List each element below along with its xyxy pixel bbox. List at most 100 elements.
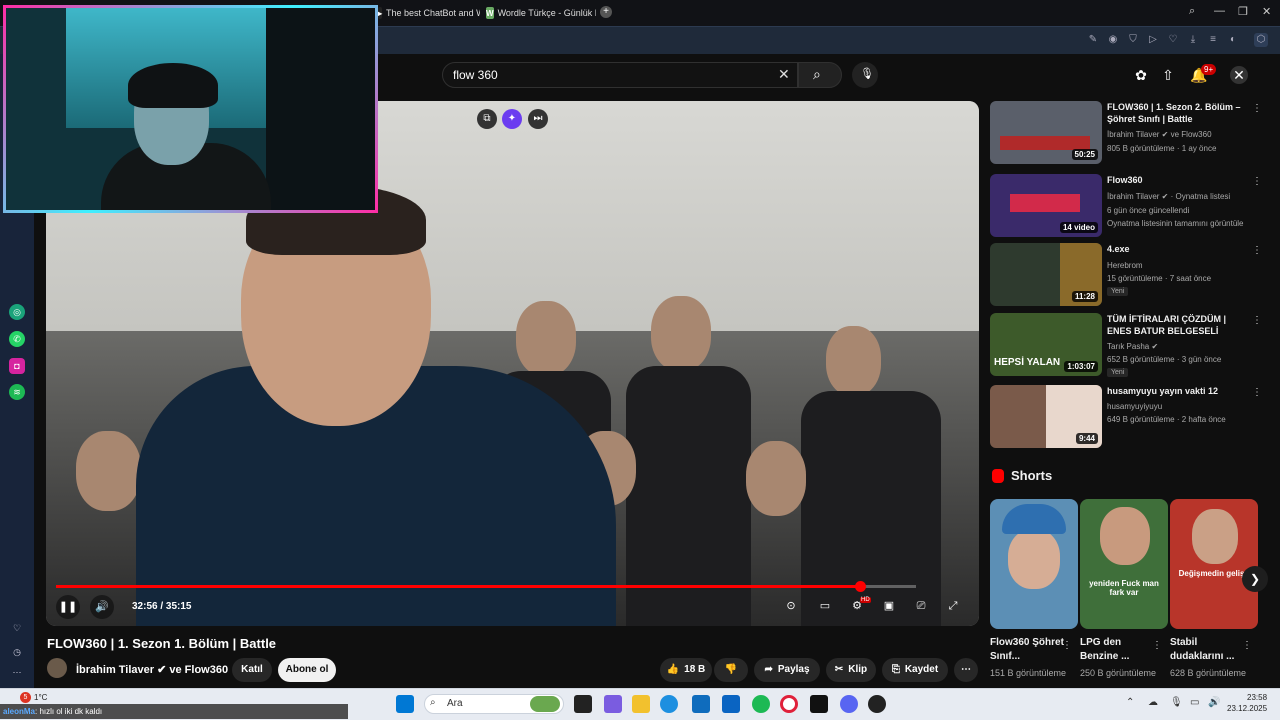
pause-button[interactable]: ❚❚ [56,595,80,619]
search-button[interactable]: ⌕ [798,62,842,88]
recommendation-title[interactable]: FLOW360 | 1. Sezon 2. Bölüm – Şöhret Sın… [1107,101,1252,125]
volume-tray-icon[interactable]: 🔊 [1208,697,1220,708]
download-icon[interactable]: ⤓ [1186,33,1200,47]
short-title[interactable]: Flow360 Şöhret Sınıf... [990,636,1066,664]
windows-start-icon[interactable] [396,695,414,713]
recommendation-item[interactable]: HEPSİ YALAN 1:03:07 TÜM İFTİRALARI ÇÖZDÜ… [990,313,1262,377]
account-avatar[interactable]: ✕ [1230,66,1248,84]
recommendation-channel[interactable]: husamyuyiyuyu [1107,402,1162,411]
recommendation-channel[interactable]: İbrahim Tilaver ✔ · Oynatma listesi [1107,192,1230,201]
favorites-icon[interactable]: ♡ [9,620,25,636]
recommendation-channel[interactable]: Herebrom [1107,261,1143,270]
voice-search-button[interactable]: 🎙 [852,62,878,88]
profile-icon[interactable]: ◐ [1226,33,1240,47]
tray-app-icon[interactable]: ☁ [1148,697,1158,708]
extension-cube-icon[interactable]: ⬡ [1254,33,1268,47]
playlist-icon[interactable]: ⧉ [477,109,497,129]
short-title[interactable]: Stabil dudaklarını ... [1170,636,1246,664]
short-thumbnail[interactable]: yeniden Fuck man fark var [1080,499,1168,629]
recommendation-channel[interactable]: İbrahim Tilaver ✔ ve Flow360 [1107,130,1212,139]
short-thumbnail[interactable] [990,499,1078,629]
video-thumbnail[interactable]: 9:44 [990,385,1102,448]
whatsapp-icon[interactable]: ✆ [9,331,25,347]
join-button[interactable]: Katıl [232,658,272,682]
more-vert-icon[interactable]: ⋮ [1252,103,1262,114]
recommendation-title[interactable]: 4.exe [1107,243,1252,255]
more-icon[interactable]: ⋯ [9,664,25,680]
progress-bar[interactable] [56,581,916,592]
spotify-icon[interactable]: ≋ [9,384,25,400]
more-vert-icon[interactable]: ⋮ [1252,387,1262,398]
store-icon[interactable] [692,695,710,713]
more-vert-icon[interactable]: ⋮ [1252,315,1262,326]
more-actions-button[interactable]: ⋯ [954,658,978,682]
video-thumbnail[interactable]: HEPSİ YALAN 1:03:07 [990,313,1102,376]
edge-icon[interactable] [660,695,678,713]
create-icon[interactable]: ✿ [1132,66,1150,84]
ai-sparkle-icon[interactable]: ✦ [502,109,522,129]
video-thumbnail[interactable]: 50:25 [990,101,1102,164]
view-playlist-link[interactable]: Oynatma listesinin tamamını görüntüle [1107,219,1244,228]
more-vert-icon[interactable]: ⋮ [1152,640,1162,651]
recommendation-item[interactable]: 14 video Flow360 İbrahim Tilaver ✔ · Oyn… [990,174,1262,238]
discord-icon[interactable] [840,695,858,713]
autoplay-toggle[interactable]: ⊙ [782,599,800,613]
cast-icon[interactable]: ⎚ [912,599,930,613]
share-button[interactable]: ➦ Paylaş [754,658,820,682]
taskbar-clock[interactable]: 23:58 23.12.2025 [1227,692,1267,714]
channel-name[interactable]: İbrahim Tilaver ✔ ve Flow360 [76,663,228,676]
camera-icon[interactable]: ◉ [1106,33,1120,47]
clear-search-icon[interactable]: ✕ [778,66,790,83]
tab-wordle[interactable]: W Wordle Türkçe - Günlük K [486,4,596,22]
upload-icon[interactable]: ⇧ [1159,66,1177,84]
more-vert-icon[interactable]: ⋮ [1252,176,1262,187]
close-window-button[interactable]: ✕ [1262,5,1271,18]
video-thumbnail[interactable]: 11:28 [990,243,1102,306]
spotify-taskbar-icon[interactable] [752,695,770,713]
chatgpt-icon[interactable]: ◎ [9,304,25,320]
mic-tray-icon[interactable]: 🎙 [1170,697,1183,708]
recommendation-title[interactable]: Flow360 [1107,174,1252,186]
shield-icon[interactable]: ⛉ [1126,33,1140,47]
search-input[interactable]: flow 360 [442,62,798,88]
subscribe-button[interactable]: Abone ol [278,658,336,682]
recommendation-channel[interactable]: Tarık Pasha ✔ [1107,342,1158,351]
minimize-button[interactable]: — [1214,5,1225,17]
more-vert-icon[interactable]: ⋮ [1242,640,1252,651]
steam-icon[interactable] [868,695,886,713]
shorts-next-arrow-icon[interactable]: ❯ [1242,566,1268,592]
clip-button[interactable]: ✂ Klip [826,658,876,682]
browser-search-icon[interactable]: ⌕ [1189,5,1195,18]
app-icon[interactable] [810,695,828,713]
instagram-icon[interactable]: ◘ [9,358,25,374]
play-icon[interactable]: ▷ [1146,33,1160,47]
playlist-thumbnail[interactable]: 14 video [990,174,1102,237]
short-title[interactable]: LPG den Benzine ... [1080,636,1156,664]
weather-widget[interactable]: 1°C [34,693,47,702]
maximize-button[interactable]: ❐ [1238,5,1248,18]
opera-icon[interactable] [780,695,798,713]
tray-chevron-icon[interactable]: ⌃ [1126,697,1134,708]
history-icon[interactable]: ◷ [9,644,25,660]
heart-icon[interactable]: ♡ [1166,33,1180,47]
more-vert-icon[interactable]: ⋮ [1252,245,1262,256]
display-tray-icon[interactable]: ▭ [1190,697,1199,708]
like-button[interactable]: 👍 18 B [660,658,712,682]
recommendation-title[interactable]: husamyuyu yayın vakti 12 [1107,385,1252,397]
theater-mode-icon[interactable]: ▣ [880,599,898,613]
short-thumbnail[interactable]: Değişmedin gelişti [1170,499,1258,629]
menu-icon[interactable]: ≡ [1206,33,1220,47]
tab-chatbot[interactable]: ▸ The best ChatBot and Wi [378,4,480,22]
recommendation-item[interactable]: 9:44 husamyuyu yayın vakti 12 husamyuyiy… [990,385,1262,449]
more-vert-icon[interactable]: ⋮ [1062,640,1072,651]
dislike-button[interactable]: 👎 [714,658,748,682]
fullscreen-icon[interactable]: ⤢ [944,599,962,613]
outlook-icon[interactable] [722,695,740,713]
volume-button[interactable]: 🔊 [90,595,114,619]
new-tab-button[interactable]: + [600,6,612,18]
search-highlight-icon[interactable] [530,696,560,712]
save-button[interactable]: ⎘ Kaydet [882,658,948,682]
recommendation-item[interactable]: 50:25 FLOW360 | 1. Sezon 2. Bölüm – Şöhr… [990,101,1262,165]
channel-avatar[interactable] [47,658,67,678]
skip-icon[interactable]: ⏭ [528,109,548,129]
